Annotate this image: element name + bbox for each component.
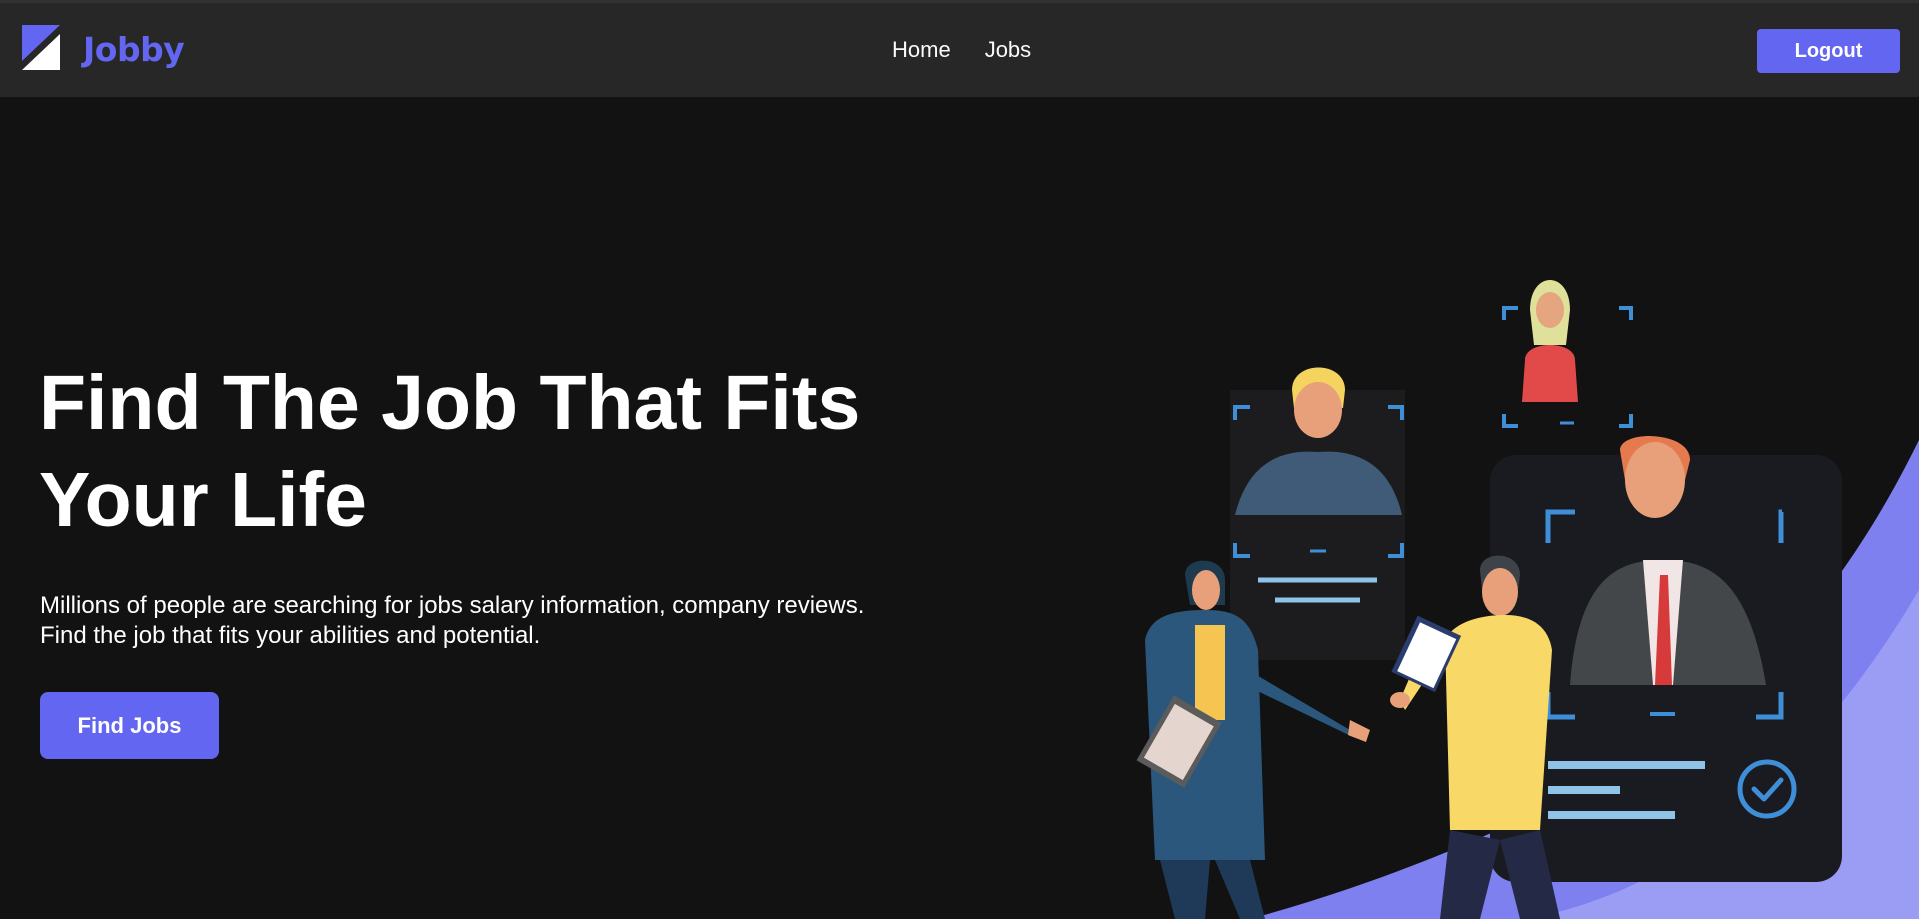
navbar: Jobby Home Jobs Logout (0, 0, 1919, 97)
hero-description: Millions of people are searching for job… (40, 591, 1000, 651)
hero-heading: Find The Job That Fits Your Life (39, 360, 861, 543)
brand-logo[interactable]: Jobby (22, 25, 185, 70)
jobby-logo-icon (22, 25, 60, 70)
male-profile-frame (1230, 367, 1405, 660)
nav-link-home[interactable]: Home (892, 37, 951, 63)
nav-link-jobs[interactable]: Jobs (985, 37, 1031, 63)
hero-illustration (1136, 280, 1919, 919)
logout-button[interactable]: Logout (1757, 29, 1900, 73)
hero-description-line-2: Find the job that fits your abilities an… (40, 622, 541, 649)
hero-description-line-1: Millions of people are searching for job… (40, 592, 865, 619)
nav-links: Home Jobs (892, 37, 1031, 63)
brand-name: Jobby (83, 30, 185, 69)
female-profile-frame (1502, 280, 1633, 428)
find-jobs-button[interactable]: Find Jobs (40, 692, 219, 759)
